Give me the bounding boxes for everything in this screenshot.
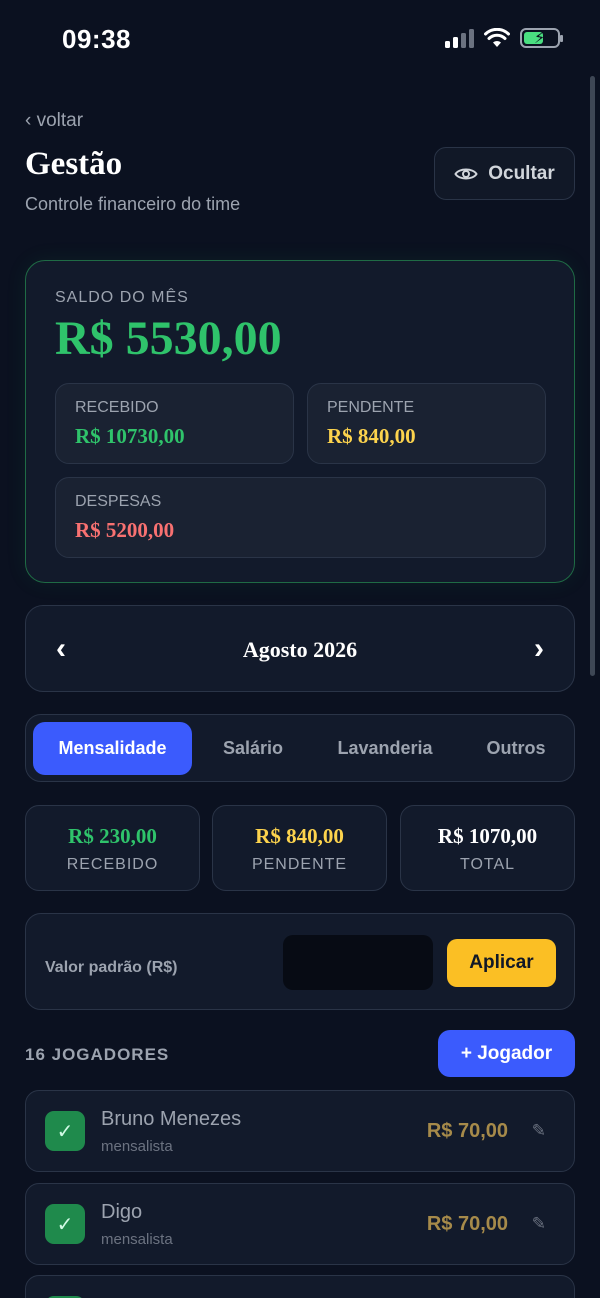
summary-received-label: RECEBIDO bbox=[66, 856, 159, 873]
balance-label: SALDO DO MÊS bbox=[55, 289, 189, 306]
default-value-input[interactable] bbox=[283, 935, 433, 990]
summary-pending-value: R$ 840,00 bbox=[255, 824, 344, 848]
player-row[interactable]: ✓ Bruno Menezes mensalista R$ 70,00 ✎ bbox=[25, 1090, 575, 1172]
player-type: mensalista bbox=[101, 1138, 173, 1155]
player-amount: R$ 70,00 bbox=[426, 1120, 508, 1142]
page-title: Gestão bbox=[25, 146, 123, 182]
pencil-icon[interactable]: ✎ bbox=[532, 1214, 546, 1234]
check-icon[interactable]: ✓ bbox=[45, 1204, 85, 1244]
hide-values-label: Ocultar bbox=[488, 162, 555, 184]
player-row[interactable]: ✓ Digo mensalista R$ 70,00 ✎ bbox=[25, 1183, 575, 1265]
received-value: R$ 10730,00 bbox=[75, 424, 185, 448]
player-type: mensalista bbox=[101, 1231, 173, 1248]
tab-outros[interactable]: Outros bbox=[462, 722, 570, 775]
tab-salario[interactable]: Salário bbox=[201, 722, 305, 775]
add-player-button[interactable]: + Jogador bbox=[438, 1030, 575, 1077]
summary-total-value: R$ 1070,00 bbox=[437, 824, 538, 848]
expenses-label: DESPESAS bbox=[75, 493, 162, 510]
summary-received: R$ 230,00 RECEBIDO bbox=[25, 805, 200, 891]
summary-received-value: R$ 230,00 bbox=[68, 824, 157, 848]
wifi-icon bbox=[484, 28, 510, 47]
eye-icon bbox=[454, 168, 478, 179]
status-time: 09:38 bbox=[62, 24, 131, 54]
player-row-partial[interactable] bbox=[25, 1275, 575, 1298]
players-count: 16 JOGADORES bbox=[25, 1045, 170, 1064]
month-selector: ‹ Agosto 2026 › bbox=[25, 605, 575, 692]
player-name: Bruno Menezes bbox=[101, 1108, 242, 1130]
tab-lavanderia[interactable]: Lavanderia bbox=[318, 722, 452, 775]
player-name: Digo bbox=[101, 1201, 143, 1223]
scrollbar[interactable] bbox=[590, 76, 595, 676]
pending-label: PENDENTE bbox=[327, 399, 415, 416]
check-icon[interactable]: ✓ bbox=[45, 1111, 85, 1151]
default-value-label: Valor padrão (R$) bbox=[45, 959, 178, 976]
default-value-row: Valor padrão (R$) Aplicar bbox=[25, 913, 575, 1010]
battery-icon: ⚡ bbox=[520, 28, 563, 48]
expenses-box: DESPESAS R$ 5200,00 bbox=[55, 477, 546, 558]
expenses-value: R$ 5200,00 bbox=[75, 518, 175, 542]
status-bar: 09:38 ⚡ bbox=[0, 0, 600, 80]
player-amount: R$ 70,00 bbox=[426, 1213, 508, 1235]
hide-values-button[interactable]: Ocultar bbox=[434, 147, 575, 200]
tab-mensalidade[interactable]: Mensalidade bbox=[33, 722, 192, 775]
pending-value: R$ 840,00 bbox=[327, 424, 416, 448]
pending-box: PENDENTE R$ 840,00 bbox=[307, 383, 546, 464]
summary-total-label: TOTAL bbox=[459, 856, 516, 873]
pencil-icon[interactable]: ✎ bbox=[532, 1121, 546, 1141]
received-box: RECEBIDO R$ 10730,00 bbox=[55, 383, 294, 464]
balance-value: R$ 5530,00 bbox=[55, 312, 282, 365]
apply-button[interactable]: Aplicar bbox=[447, 939, 556, 987]
month-label: Agosto 2026 bbox=[242, 637, 358, 662]
back-link[interactable]: ‹ voltar bbox=[25, 110, 83, 132]
summary-total: R$ 1070,00 TOTAL bbox=[400, 805, 575, 891]
summary-pending-label: PENDENTE bbox=[251, 856, 348, 873]
signal-icon bbox=[445, 28, 474, 48]
summary-pending: R$ 840,00 PENDENTE bbox=[212, 805, 387, 891]
received-label: RECEBIDO bbox=[75, 399, 159, 416]
category-tabs: Mensalidade Salário Lavanderia Outros bbox=[25, 714, 575, 782]
page-subtitle: Controle financeiro do time bbox=[25, 194, 241, 214]
balance-card: SALDO DO MÊS R$ 5530,00 RECEBIDO R$ 1073… bbox=[25, 260, 575, 583]
chevron-right-icon[interactable]: › bbox=[534, 632, 544, 666]
status-icons: ⚡ bbox=[445, 28, 563, 48]
